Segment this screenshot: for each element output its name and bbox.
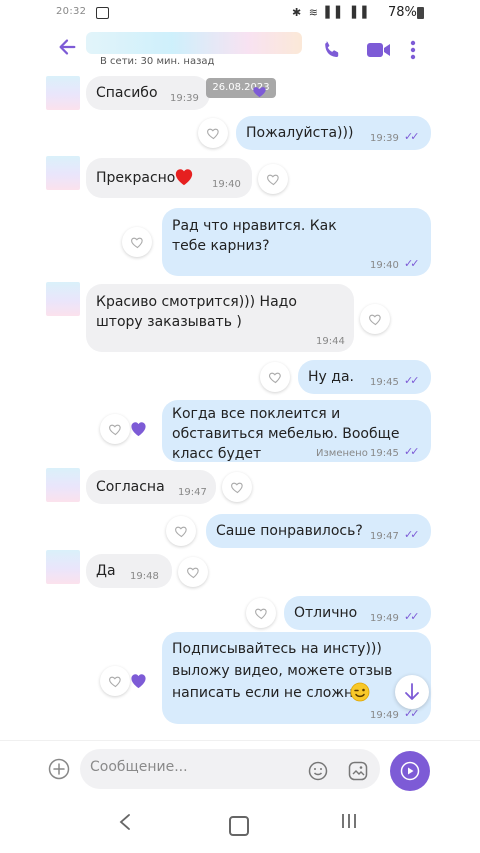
- battery-percent: 78%: [388, 5, 417, 20]
- system-nav-bar: [0, 800, 480, 853]
- message-time: 19:44: [316, 336, 345, 347]
- battery-icon: [417, 7, 424, 19]
- contact-name-redacted[interactable]: [86, 32, 302, 54]
- phone-call-icon[interactable]: [320, 38, 344, 62]
- message-time: 19:40: [212, 179, 241, 190]
- message-text: Прекрасно: [96, 170, 176, 186]
- message-time: 19:40: [370, 260, 399, 271]
- heart-react-icon[interactable]: [260, 362, 290, 392]
- more-options-icon[interactable]: [410, 40, 434, 64]
- incoming-message[interactable]: Согласна 19:47: [86, 470, 216, 504]
- heart-liked-icon[interactable]: [130, 673, 147, 693]
- back-arrow-icon[interactable]: [56, 36, 78, 64]
- edited-label: Изменено: [316, 448, 368, 459]
- add-attachment-icon[interactable]: [48, 758, 70, 780]
- outgoing-message[interactable]: Когда все поклеится и обставиться мебель…: [162, 400, 431, 462]
- message-input[interactable]: Сообщение...: [80, 749, 380, 789]
- contact-avatar[interactable]: [46, 550, 80, 584]
- heart-react-icon[interactable]: [360, 304, 390, 334]
- outgoing-message[interactable]: Подписывайтесь на инсту))) выложу видео,…: [162, 632, 431, 724]
- read-ticks-icon: ✓✓: [404, 257, 420, 270]
- message-placeholder: Сообщение...: [90, 759, 188, 775]
- message-text: Саше понравилось?: [216, 523, 363, 539]
- arrow-down-icon: [405, 683, 419, 700]
- message-time: 19:47: [370, 531, 399, 542]
- heart-react-icon[interactable]: [122, 227, 152, 257]
- message-time: 19:48: [130, 571, 159, 582]
- incoming-message[interactable]: Спасибо 19:39: [86, 76, 210, 110]
- red-heart-emoji-icon: [174, 168, 194, 192]
- heart-react-icon[interactable]: [222, 472, 252, 502]
- contact-avatar[interactable]: [46, 156, 80, 190]
- nav-recents-icon[interactable]: [340, 812, 358, 835]
- status-time: 20:32: [56, 6, 87, 17]
- heart-liked-icon[interactable]: [244, 76, 274, 106]
- chat-area[interactable]: Спасибо 19:39 26.08.2023 Пожалуйста))) 1…: [0, 72, 480, 740]
- incoming-message[interactable]: Прекрасно 19:40: [86, 158, 252, 198]
- message-time: 19:39: [370, 133, 399, 144]
- heart-react-icon[interactable]: [100, 666, 130, 696]
- scroll-to-bottom-button[interactable]: [395, 675, 429, 709]
- message-time: 19:45: [370, 377, 399, 388]
- message-text: Рад что нравится. Как тебе карниз?: [172, 218, 337, 254]
- message-time: 19:39: [170, 93, 199, 104]
- read-ticks-icon: ✓✓: [404, 374, 420, 387]
- outgoing-message[interactable]: Отлично 19:49 ✓✓: [284, 596, 431, 630]
- read-ticks-icon: ✓✓: [404, 610, 420, 623]
- heart-react-icon[interactable]: [166, 516, 196, 546]
- message-text: Согласна: [96, 479, 165, 495]
- heart-react-icon[interactable]: [246, 598, 276, 628]
- incoming-message[interactable]: Красиво смотрится))) Надо штору заказыва…: [86, 284, 354, 352]
- winking-emoji-icon: [350, 682, 370, 708]
- message-text: Красиво смотрится))) Надо штору заказыва…: [96, 294, 297, 330]
- message-time: 19:49: [370, 613, 399, 624]
- sticker-icon[interactable]: [348, 761, 368, 781]
- status-bar: 20:32 ✱ ≋ ▌▌ ▌▌ 78%: [0, 0, 480, 28]
- message-time: 19:45: [370, 448, 399, 459]
- outgoing-message[interactable]: Рад что нравится. Как тебе карниз? 19:40…: [162, 208, 431, 276]
- outgoing-message[interactable]: Ну да. 19:45 ✓✓: [298, 360, 431, 394]
- heart-react-icon[interactable]: [178, 557, 208, 587]
- nav-home-icon[interactable]: [229, 816, 249, 836]
- send-button[interactable]: [390, 751, 430, 791]
- status-icons: ✱ ≋ ▌▌ ▌▌: [292, 6, 373, 19]
- message-text: Пожалуйста))): [246, 125, 354, 141]
- outgoing-message[interactable]: Саше понравилось? 19:47 ✓✓: [206, 514, 431, 548]
- heart-react-icon[interactable]: [258, 164, 288, 194]
- nav-back-icon[interactable]: [118, 812, 132, 837]
- emoji-icon[interactable]: [308, 761, 328, 781]
- contact-avatar[interactable]: [46, 76, 80, 110]
- presence-status: В сети: 30 мин. назад: [100, 56, 215, 67]
- gallery-icon: [96, 7, 109, 19]
- message-text: Отлично: [294, 605, 358, 621]
- heart-react-icon[interactable]: [198, 118, 228, 148]
- read-ticks-icon: ✓✓: [404, 130, 420, 143]
- chat-header: В сети: 30 мин. назад: [0, 28, 480, 73]
- heart-liked-icon[interactable]: [130, 421, 147, 441]
- contact-avatar[interactable]: [46, 282, 80, 316]
- play-send-icon: [400, 761, 420, 781]
- message-composer: Сообщение...: [0, 740, 480, 801]
- read-ticks-icon: ✓✓: [404, 528, 420, 541]
- message-text: Спасибо: [96, 85, 158, 101]
- message-text: Ну да.: [308, 369, 354, 385]
- contact-avatar[interactable]: [46, 468, 80, 502]
- outgoing-message[interactable]: Пожалуйста))) 19:39 ✓✓: [236, 116, 431, 150]
- incoming-message[interactable]: Да 19:48: [86, 554, 172, 588]
- read-ticks-icon: ✓✓: [404, 445, 420, 458]
- message-time: 19:47: [178, 487, 207, 498]
- message-time: 19:49: [370, 710, 399, 721]
- video-call-icon[interactable]: [366, 38, 390, 62]
- heart-react-icon[interactable]: [100, 414, 130, 444]
- message-text: Да: [96, 563, 116, 579]
